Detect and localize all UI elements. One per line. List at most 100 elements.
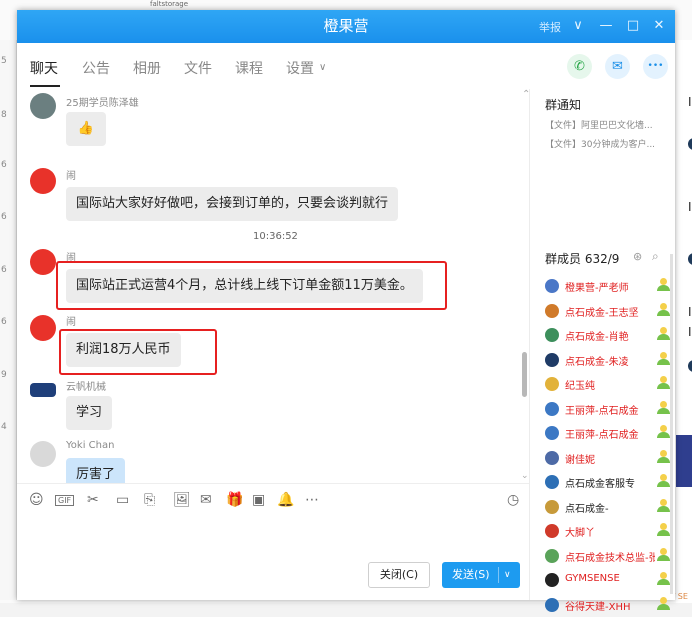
maximize-button[interactable]: □	[623, 16, 643, 36]
close-button[interactable]: 关闭(C)	[368, 562, 430, 588]
message-input-area[interactable]: 关闭(C) 发送(S) ∨	[17, 517, 529, 600]
tab-chat[interactable]: 聊天	[30, 58, 58, 78]
background-letter: I	[688, 325, 692, 339]
more-tools-icon[interactable]: ⋯	[305, 492, 319, 508]
role-icon-body	[657, 309, 670, 316]
send-button[interactable]: 发送(S) ∨	[442, 562, 520, 588]
more-icon[interactable]: •••	[643, 54, 668, 79]
member-row[interactable]: 橙果营-严老师	[545, 274, 670, 298]
share-icon[interactable]: ✉	[605, 54, 630, 79]
bell-icon[interactable]: 🔔	[277, 492, 294, 508]
member-row[interactable]: GYMSENSE	[545, 568, 670, 592]
member-role-icon	[657, 327, 670, 341]
role-icon-body	[657, 285, 670, 291]
message-bubble[interactable]: 厉害了	[66, 458, 126, 483]
notice-item[interactable]: 【文件】阿里巴巴文化墙...	[545, 118, 653, 131]
avatar[interactable]	[30, 441, 56, 467]
red-packet-icon[interactable]: ✉	[200, 492, 212, 508]
input-toolbar: ☺ GIF ✂ ▭ ⎘ 🖼 ✉ 🎁 ▣ 🔔 ⋯ ◷	[17, 483, 529, 518]
role-icon-head	[660, 449, 667, 457]
sender-name: 闹	[66, 317, 76, 328]
member-name: 谷得天建-XHH	[565, 601, 631, 613]
member-role-icon	[657, 425, 670, 439]
phone-icon[interactable]: ✆	[567, 54, 592, 79]
tab-album[interactable]: 相册	[133, 58, 161, 78]
member-role-icon	[657, 400, 670, 415]
member-row[interactable]: 王丽萍-点石成金	[545, 397, 670, 421]
member-row[interactable]: 纪玉纯	[545, 372, 670, 396]
member-row[interactable]: 点石成金-肖艳	[545, 323, 670, 347]
member-role-icon	[657, 523, 670, 537]
role-icon-head	[660, 302, 667, 310]
avatar[interactable]	[30, 383, 56, 397]
member-name: 点石成金-	[565, 503, 609, 515]
avatar[interactable]	[30, 168, 56, 194]
background-letter: I	[688, 305, 692, 319]
member-name: 纪玉纯	[565, 381, 595, 392]
close-window-button[interactable]: ✕	[649, 16, 669, 36]
image-icon[interactable]: 🖼	[173, 492, 191, 508]
collapse-button[interactable]: ∨	[568, 16, 588, 36]
tab-announcement[interactable]: 公告	[82, 58, 110, 78]
member-avatar	[545, 499, 559, 514]
scissors-icon[interactable]: ✂	[87, 492, 99, 508]
chevron-down-icon[interactable]: ∨	[319, 62, 326, 73]
background-mark: 9	[1, 370, 7, 380]
title-bar[interactable]: 橙果营 举报 ∨ — □ ✕	[17, 10, 675, 43]
minimize-button[interactable]: —	[596, 16, 616, 36]
member-row[interactable]: 谷得天建-XHH	[545, 593, 670, 617]
gif-icon[interactable]: GIF	[55, 495, 75, 506]
role-icon-body	[657, 432, 670, 438]
member-row[interactable]: 大脚丫	[545, 519, 670, 543]
role-icon-body	[657, 505, 670, 512]
member-avatar	[545, 573, 559, 587]
member-row[interactable]: 点石成金-	[545, 495, 670, 519]
tab-settings[interactable]: 设置	[286, 58, 314, 78]
avatar[interactable]	[30, 315, 56, 341]
member-avatar	[545, 328, 559, 342]
chat-scrollbar[interactable]	[522, 352, 527, 397]
scroll-down-icon[interactable]: ⌄	[521, 471, 529, 481]
sidebar-scrollbar[interactable]	[670, 254, 673, 594]
background-mark: 6	[1, 265, 7, 275]
chat-history[interactable]: ⌃ 25期学员陈泽雄 👍 闹 国际站大家好好做吧，会接到订单的，只要会谈判就行 …	[17, 89, 529, 483]
scroll-up-icon[interactable]: ⌃	[522, 89, 529, 100]
role-icon-body	[657, 554, 670, 561]
history-icon[interactable]: ◷	[507, 492, 519, 508]
folder-icon[interactable]: ▭	[116, 492, 129, 508]
member-row[interactable]: 点石成金技术总监-张	[545, 544, 670, 568]
member-row[interactable]: 点石成金-朱凌	[545, 348, 670, 372]
members-title: 群成员 632/9	[545, 250, 619, 267]
role-icon-head	[660, 327, 667, 334]
message-bubble[interactable]: 学习	[66, 396, 113, 430]
message-bubble[interactable]: 👍	[66, 112, 106, 146]
member-row[interactable]: 王丽萍-点石成金	[545, 421, 670, 445]
member-row[interactable]: 点石成金客服专	[545, 470, 670, 494]
background-mark: 8	[1, 110, 7, 120]
role-icon-body	[657, 358, 670, 365]
member-row[interactable]: 谢佳妮	[545, 446, 670, 470]
screenshot-icon[interactable]: ⎘	[144, 492, 155, 508]
search-icon[interactable]: ⌕	[652, 249, 659, 264]
notice-item[interactable]: 【文件】30分钟成为客户...	[545, 137, 655, 150]
member-role-icon	[657, 547, 670, 562]
tab-files[interactable]: 文件	[184, 58, 212, 78]
group-sidebar: 群通知 【文件】阿里巴巴文化墙... 【文件】30分钟成为客户... 群成员 6…	[529, 89, 676, 613]
role-icon-body	[657, 407, 670, 414]
member-row[interactable]: 点石成金-王志坚	[545, 299, 670, 323]
avatar[interactable]	[30, 249, 56, 275]
report-button[interactable]: 举报	[539, 19, 561, 35]
member-avatar	[545, 548, 559, 563]
avatar[interactable]	[30, 93, 56, 119]
role-icon-body	[657, 456, 670, 463]
member-role-icon	[657, 572, 670, 586]
message-bubble[interactable]: 国际站大家好好做吧，会接到订单的，只要会谈判就行	[66, 187, 399, 221]
send-dropdown-icon[interactable]: ∨	[504, 562, 511, 588]
tab-course[interactable]: 课程	[235, 58, 263, 78]
member-avatar	[545, 597, 559, 612]
gift-icon[interactable]: 🎁	[226, 492, 243, 508]
emoji-icon[interactable]: ☺	[29, 492, 44, 508]
member-avatar	[545, 377, 559, 391]
doc-icon[interactable]: ▣	[252, 492, 265, 508]
member-settings-icon[interactable]: ⊛	[633, 250, 642, 263]
